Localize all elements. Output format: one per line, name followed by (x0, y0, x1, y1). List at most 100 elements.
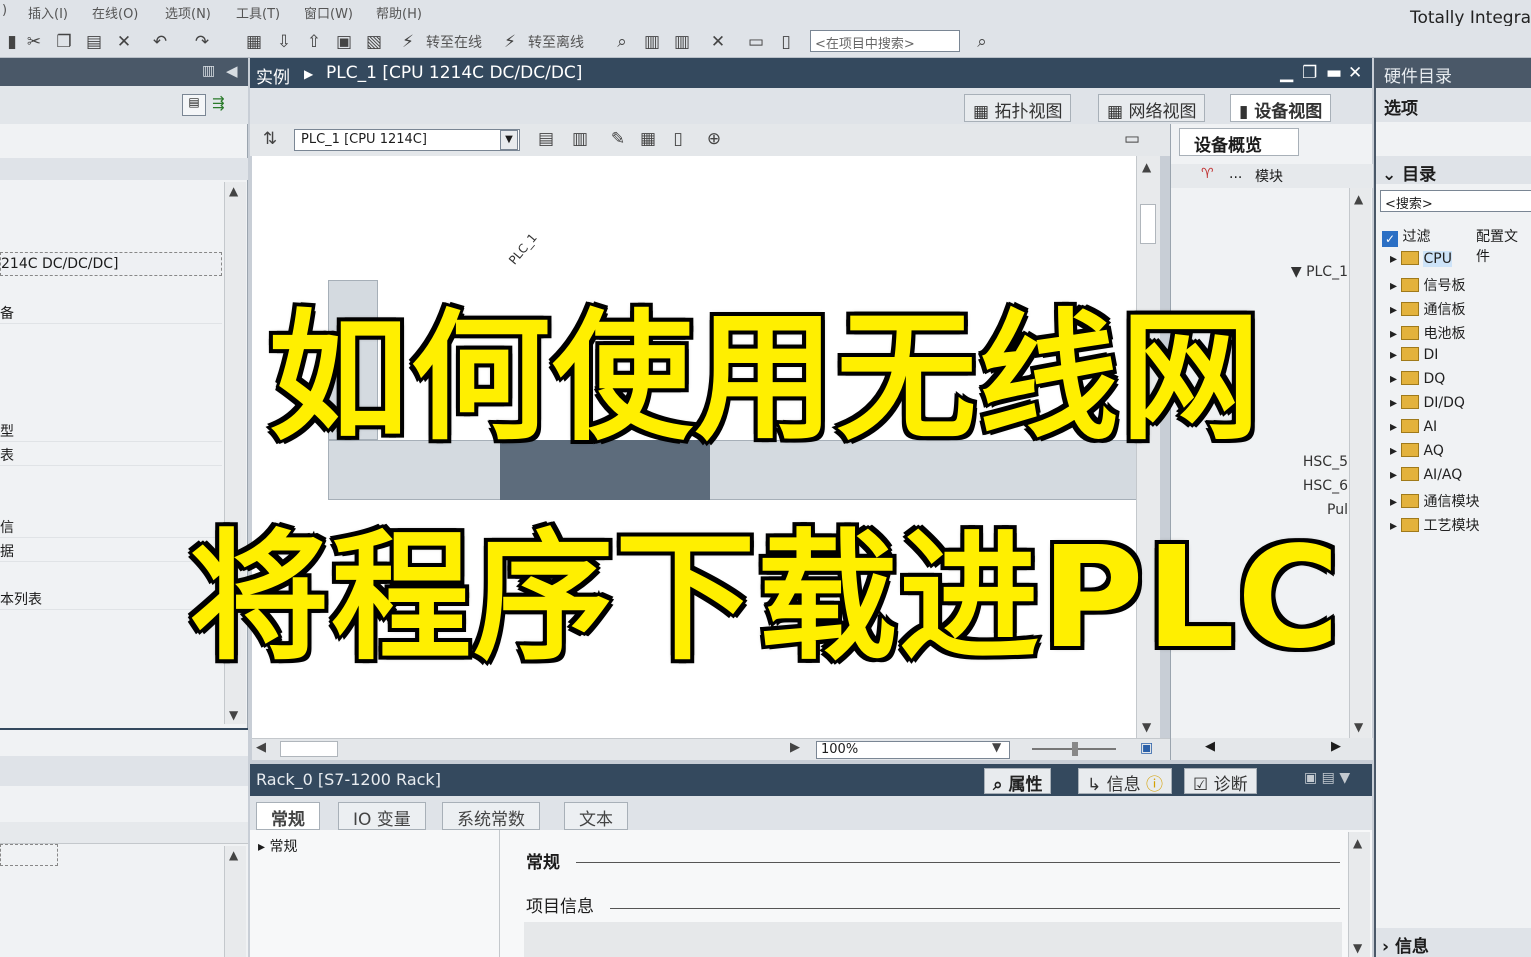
copy-icon[interactable]: ❐ (52, 30, 76, 54)
delete-icon[interactable]: ✕ (112, 30, 136, 54)
split-vertical-icon[interactable]: ▯ (774, 30, 798, 54)
menu-item-help[interactable]: 帮助(H) (376, 3, 422, 22)
catalog-directory-header[interactable]: ⌄ 目录 (1376, 156, 1531, 185)
menu-item-tools[interactable]: 工具(T) (236, 3, 280, 22)
maximize-icon[interactable]: ▬ (1326, 63, 1342, 83)
tab-system-constants[interactable]: 系统常数 (442, 802, 540, 830)
tab-network-view[interactable]: ▦ 网络视图 (1098, 94, 1206, 122)
project-info-box (524, 922, 1342, 957)
close-icon[interactable]: ✕ (1348, 63, 1362, 83)
scroll-up-icon[interactable]: ▲ (1354, 192, 1363, 206)
catalog-info-section[interactable]: › 信息 (1376, 928, 1531, 957)
collapse-left-icon[interactable]: ◀ (226, 62, 238, 80)
zoom-select[interactable]: 100% (816, 741, 1010, 759)
overview-toggle-icon[interactable]: ▭ (1120, 127, 1144, 151)
scroll-up-icon[interactable]: ▲ (229, 848, 238, 862)
profile-label[interactable]: 配置文件 (1476, 226, 1531, 266)
device-properties-icon[interactable]: ▤ (534, 127, 558, 151)
save-icon[interactable]: ▮ (0, 30, 24, 54)
info-badge-icon: ⓘ (1140, 775, 1164, 795)
cut-icon[interactable]: ✂ (22, 30, 46, 54)
brush-icon[interactable]: ✎ (606, 127, 630, 151)
tab-io-tags[interactable]: IO 变量 (338, 802, 426, 830)
tab-device-overview[interactable]: 设备概览 (1179, 128, 1299, 156)
details-selected-cell[interactable] (0, 844, 58, 866)
scroll-right-icon[interactable]: ▶ (1331, 739, 1341, 754)
scroll-up-icon[interactable]: ▲ (1353, 836, 1362, 850)
scroll-up-icon[interactable]: ▲ (1142, 160, 1151, 174)
column-dots: ... (1229, 166, 1243, 182)
go-online-icon[interactable]: ⚡ (396, 30, 420, 54)
minimize-icon[interactable]: ▁ (1280, 63, 1293, 83)
tree-view-icon[interactable]: ▤ (182, 94, 206, 116)
chevron-down-icon[interactable]: ▼ (500, 130, 518, 150)
device-select[interactable]: PLC_1 [CPU 1214C] (294, 129, 520, 151)
scroll-down-icon[interactable]: ▼ (1353, 941, 1362, 955)
filter-checkbox[interactable]: ✓ 过滤 (1382, 226, 1430, 247)
split-horizontal-icon[interactable]: ▭ (744, 30, 768, 54)
download-icon[interactable]: ⇩ (272, 30, 296, 54)
column-module[interactable]: 模块 (1255, 166, 1283, 186)
redo-icon[interactable]: ↷ (190, 30, 214, 54)
compile-icon[interactable]: ▦ (242, 30, 266, 54)
start-sim-icon[interactable]: ▧ (362, 30, 386, 54)
tab-general[interactable]: 常规 (256, 802, 320, 830)
undo-icon[interactable]: ↶ (148, 30, 172, 54)
cross-ref-icon[interactable]: ✕ (706, 30, 730, 54)
breadcrumb-device[interactable]: PLC_1 [CPU 1214C DC/DC/DC] (326, 63, 582, 83)
grid-icon[interactable]: ▦ (636, 127, 660, 151)
table-icon[interactable]: ▯ (666, 127, 690, 151)
scroll-down-icon[interactable]: ▼ (229, 708, 238, 722)
chevron-down-icon[interactable]: ▼ (992, 740, 1001, 754)
start-cpu-icon[interactable]: ▥ (640, 30, 664, 54)
go-offline-button[interactable]: 转至离线 (528, 32, 584, 52)
show-names-icon[interactable]: ▥ (568, 127, 592, 151)
zoom-slider-handle[interactable] (1072, 742, 1078, 756)
tab-info[interactable]: ↳ 信息 ⓘ (1078, 768, 1173, 795)
simulate-icon[interactable]: ▣ (332, 30, 356, 54)
menu-item-window[interactable]: 窗口(W) (304, 3, 353, 22)
fit-view-icon[interactable]: ▣ (1140, 740, 1153, 756)
tab-properties[interactable]: ⌕ 属性 (984, 768, 1052, 795)
tab-diagnostics[interactable]: ☑ 诊断 (1184, 768, 1257, 795)
catalog-search-input[interactable]: <搜索> (1380, 190, 1531, 212)
tree-export-icon[interactable]: ⇶ (212, 94, 225, 112)
app-brand: Totally Integra (1409, 8, 1531, 28)
window-restore-icon[interactable]: ▣ ▤ ▼ (1304, 770, 1350, 786)
scroll-left-icon[interactable]: ◀ (1205, 739, 1215, 754)
go-offline-icon[interactable]: ⚡ (498, 30, 522, 54)
menu-item-online[interactable]: 在线(O) (92, 3, 138, 22)
scroll-thumb[interactable] (280, 741, 338, 757)
network-toggle-icon[interactable]: ⇅ (258, 127, 282, 151)
panel-pin-icon[interactable]: ▥ (202, 63, 215, 79)
nav-item-general[interactable]: ▸ 常规 (258, 836, 297, 856)
tab-device-view[interactable]: ▮ 设备视图 (1230, 94, 1332, 122)
scroll-thumb[interactable] (1140, 204, 1156, 244)
scroll-right-icon[interactable]: ▶ (790, 740, 800, 755)
scroll-down-icon[interactable]: ▼ (1142, 720, 1151, 734)
breadcrumb-project[interactable]: 实例 (256, 63, 290, 88)
tab-topology-view[interactable]: ▦ 拓扑视图 (964, 94, 1072, 122)
inspector-scrollbar[interactable]: ▲ ▼ (1348, 832, 1370, 957)
restore-icon[interactable]: ❐ (1302, 63, 1317, 83)
zoom-icon[interactable]: ⊕ (702, 127, 726, 151)
scroll-down-icon[interactable]: ▼ (1354, 720, 1363, 734)
project-search-input[interactable]: <在项目中搜索> (810, 30, 960, 52)
scroll-left-icon[interactable]: ◀ (256, 740, 266, 755)
inspector-title-bar: Rack_0 [S7-1200 Rack] ⌕ 属性 ↳ 信息 ⓘ ☑ 诊断 ▣… (250, 764, 1372, 796)
stop-cpu-icon[interactable]: ▥ (670, 30, 694, 54)
menu-item-options[interactable]: 选项(N) (165, 3, 211, 22)
upload-icon[interactable]: ⇧ (302, 30, 326, 54)
accessible-devices-icon[interactable]: ⌕ (610, 30, 634, 54)
catalog-options[interactable]: 选项 (1376, 88, 1531, 122)
paste-icon[interactable]: ▤ (82, 30, 106, 54)
details-scrollbar[interactable]: ▲ (224, 846, 246, 957)
scroll-up-icon[interactable]: ▲ (229, 184, 238, 198)
catalog-item[interactable]: ▸ AI/AQ (1390, 467, 1462, 483)
menu-item-insert[interactable]: 插入(I) (28, 3, 68, 22)
menu-item-edit[interactable]: ) (2, 3, 7, 18)
search-go-icon[interactable]: ⌕ (970, 30, 994, 54)
tab-texts[interactable]: 文本 (564, 802, 628, 830)
overview-hscroll[interactable]: ◀ ▶ (1171, 738, 1373, 760)
go-online-button[interactable]: 转至在线 (426, 32, 482, 52)
